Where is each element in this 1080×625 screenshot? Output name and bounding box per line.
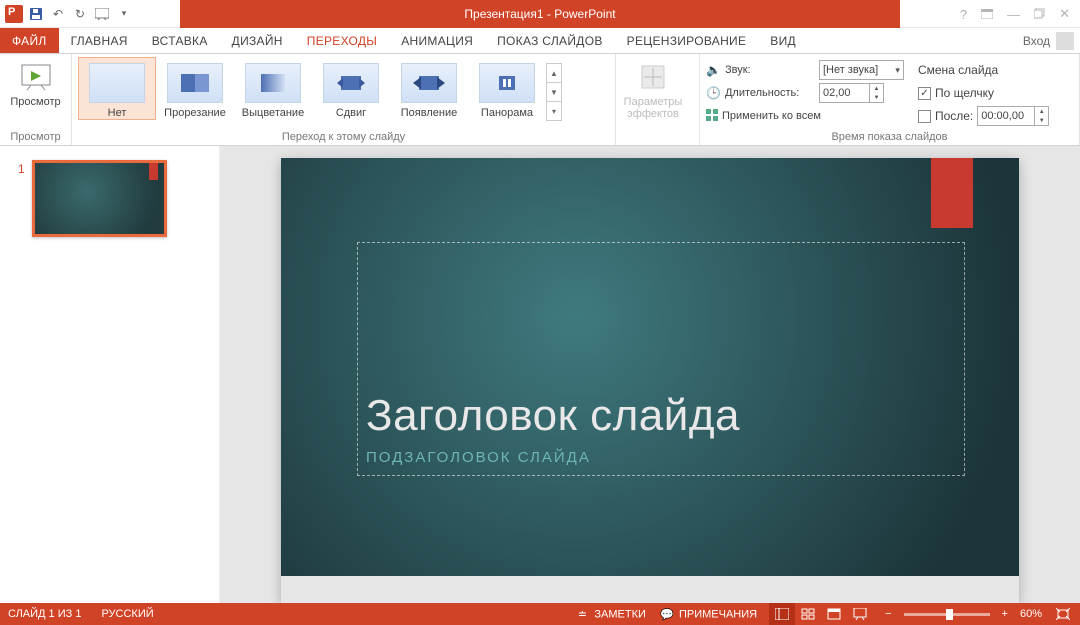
preview-icon [20,61,52,93]
ribbon-tabs: ФАЙЛ ГЛАВНАЯ ВСТАВКА ДИЗАЙН ПЕРЕХОДЫ АНИ… [0,28,1080,54]
notes-icon: ≐ [573,607,591,621]
sound-icon: 🔈 [706,63,721,77]
after-spin[interactable]: 00:00,00▲▼ [977,106,1049,126]
group-label-transition: Переход к этому слайду [78,129,609,145]
tab-transitions[interactable]: ПЕРЕХОДЫ [295,28,389,53]
powerpoint-icon [4,4,24,24]
window-controls: ? — ✕ [950,0,1080,28]
customize-qat-icon[interactable]: ▾ [114,4,134,24]
undo-icon[interactable]: ↶ [48,4,68,24]
sound-combo[interactable]: [Нет звука] [819,60,904,80]
comments-button[interactable]: 💬 ПРИМЕЧАНИЯ [658,607,757,621]
redo-icon[interactable]: ↻ [70,4,90,24]
gallery-item-none[interactable]: Нет [78,57,156,120]
slide-subtitle-text[interactable]: ПОДЗАГОЛОВОК СЛАЙДА [366,449,956,466]
thumbnail-panel: 1 [0,146,220,603]
slide-canvas-area: Заголовок слайда ПОДЗАГОЛОВОК СЛАЙДА [220,146,1080,603]
view-slideshow-icon[interactable] [847,603,873,625]
avatar-icon[interactable] [1056,32,1074,50]
view-normal-icon[interactable] [769,603,795,625]
signin-link[interactable]: Вход [1023,34,1050,48]
duration-icon: 🕒 [706,86,721,100]
tab-file[interactable]: ФАЙЛ [0,28,59,53]
gallery-more-icon[interactable]: ▾ [547,102,561,120]
window-title: Презентация1 - PowerPoint [180,0,900,28]
onclick-label: По щелчку [935,86,994,100]
onclick-checkbox[interactable]: ✓ [918,87,931,100]
tab-view[interactable]: ВИД [758,28,808,53]
after-label: После: [935,109,973,123]
zoom-level[interactable]: 60% [1020,608,1042,620]
ribbon: Просмотр Просмотр Нет Прорезание Выцвета… [0,54,1080,146]
fit-to-window-icon[interactable] [1054,607,1072,621]
slide[interactable]: Заголовок слайда ПОДЗАГОЛОВОК СЛАЙДА [281,158,1019,576]
start-slideshow-icon[interactable] [92,4,112,24]
advance-slide-header: Смена слайда [918,63,998,77]
minimize-icon[interactable]: — [1007,7,1020,22]
sound-label: Звук: [725,64,815,76]
workspace: 1 Заголовок слайда ПОДЗАГОЛОВОК СЛАЙДА [0,146,1080,603]
tab-home[interactable]: ГЛАВНАЯ [59,28,140,53]
thumbnail-number: 1 [18,160,32,237]
gallery-item-wipe[interactable]: Появление [390,57,468,119]
view-switcher [769,603,873,625]
zoom-in-button[interactable]: + [1002,608,1008,620]
view-reading-icon[interactable] [821,603,847,625]
effect-options-button: Параметры эффектов [622,57,684,120]
help-icon[interactable]: ? [960,7,967,22]
gallery-item-fade[interactable]: Выцветание [234,57,312,119]
title-placeholder[interactable]: Заголовок слайда ПОДЗАГОЛОВОК СЛАЙДА [357,242,965,476]
tab-insert[interactable]: ВСТАВКА [140,28,220,53]
status-bar: СЛАЙД 1 ИЗ 1 РУССКИЙ ≐ ЗАМЕТКИ 💬 ПРИМЕЧА… [0,603,1080,625]
gallery-item-split[interactable]: Панорама [468,57,546,119]
status-language[interactable]: РУССКИЙ [101,608,153,620]
slide-thumbnail[interactable] [32,160,167,237]
gallery-item-cut[interactable]: Прорезание [156,57,234,119]
duration-label: Длительность: [725,87,815,99]
slide-title-text[interactable]: Заголовок слайда [366,391,956,441]
tab-slideshow[interactable]: ПОКАЗ СЛАЙДОВ [485,28,615,53]
group-label-preview: Просмотр [6,129,65,145]
tab-design[interactable]: ДИЗАЙН [220,28,295,53]
comments-icon: 💬 [658,607,676,621]
quick-access-toolbar: ↶ ↻ ▾ [0,4,134,24]
preview-button[interactable]: Просмотр [6,57,65,108]
ribbon-display-icon[interactable] [981,7,993,22]
apply-all-icon [706,109,718,124]
tab-animation[interactable]: АНИМАЦИЯ [389,28,485,53]
duration-spin[interactable]: 02,00▲▼ [819,83,884,103]
effect-options-icon [637,61,669,93]
title-bar: ↶ ↻ ▾ Презентация1 - PowerPoint ? — ✕ [0,0,1080,28]
zoom-slider[interactable] [904,613,990,616]
close-icon[interactable]: ✕ [1059,6,1070,22]
apply-all-button[interactable]: Применить ко всем [722,110,821,122]
after-checkbox[interactable] [918,110,931,123]
gallery-down-icon[interactable]: ▼ [547,83,561,102]
save-icon[interactable] [26,4,46,24]
status-slide-info[interactable]: СЛАЙД 1 ИЗ 1 [8,608,81,620]
zoom-out-button[interactable]: − [885,608,891,620]
notes-button[interactable]: ≐ ЗАМЕТКИ [573,607,646,621]
transition-gallery: Нет Прорезание Выцветание Сдвиг Появлени… [78,57,562,121]
group-label-timing: Время показа слайдов [706,129,1073,145]
tab-review[interactable]: РЕЦЕНЗИРОВАНИЕ [615,28,759,53]
gallery-nav: ▲ ▼ ▾ [546,63,562,121]
view-sorter-icon[interactable] [795,603,821,625]
slide-accent-shape [931,158,973,228]
gallery-item-push[interactable]: Сдвиг [312,57,390,119]
restore-icon[interactable] [1034,7,1045,22]
gallery-up-icon[interactable]: ▲ [547,64,561,83]
